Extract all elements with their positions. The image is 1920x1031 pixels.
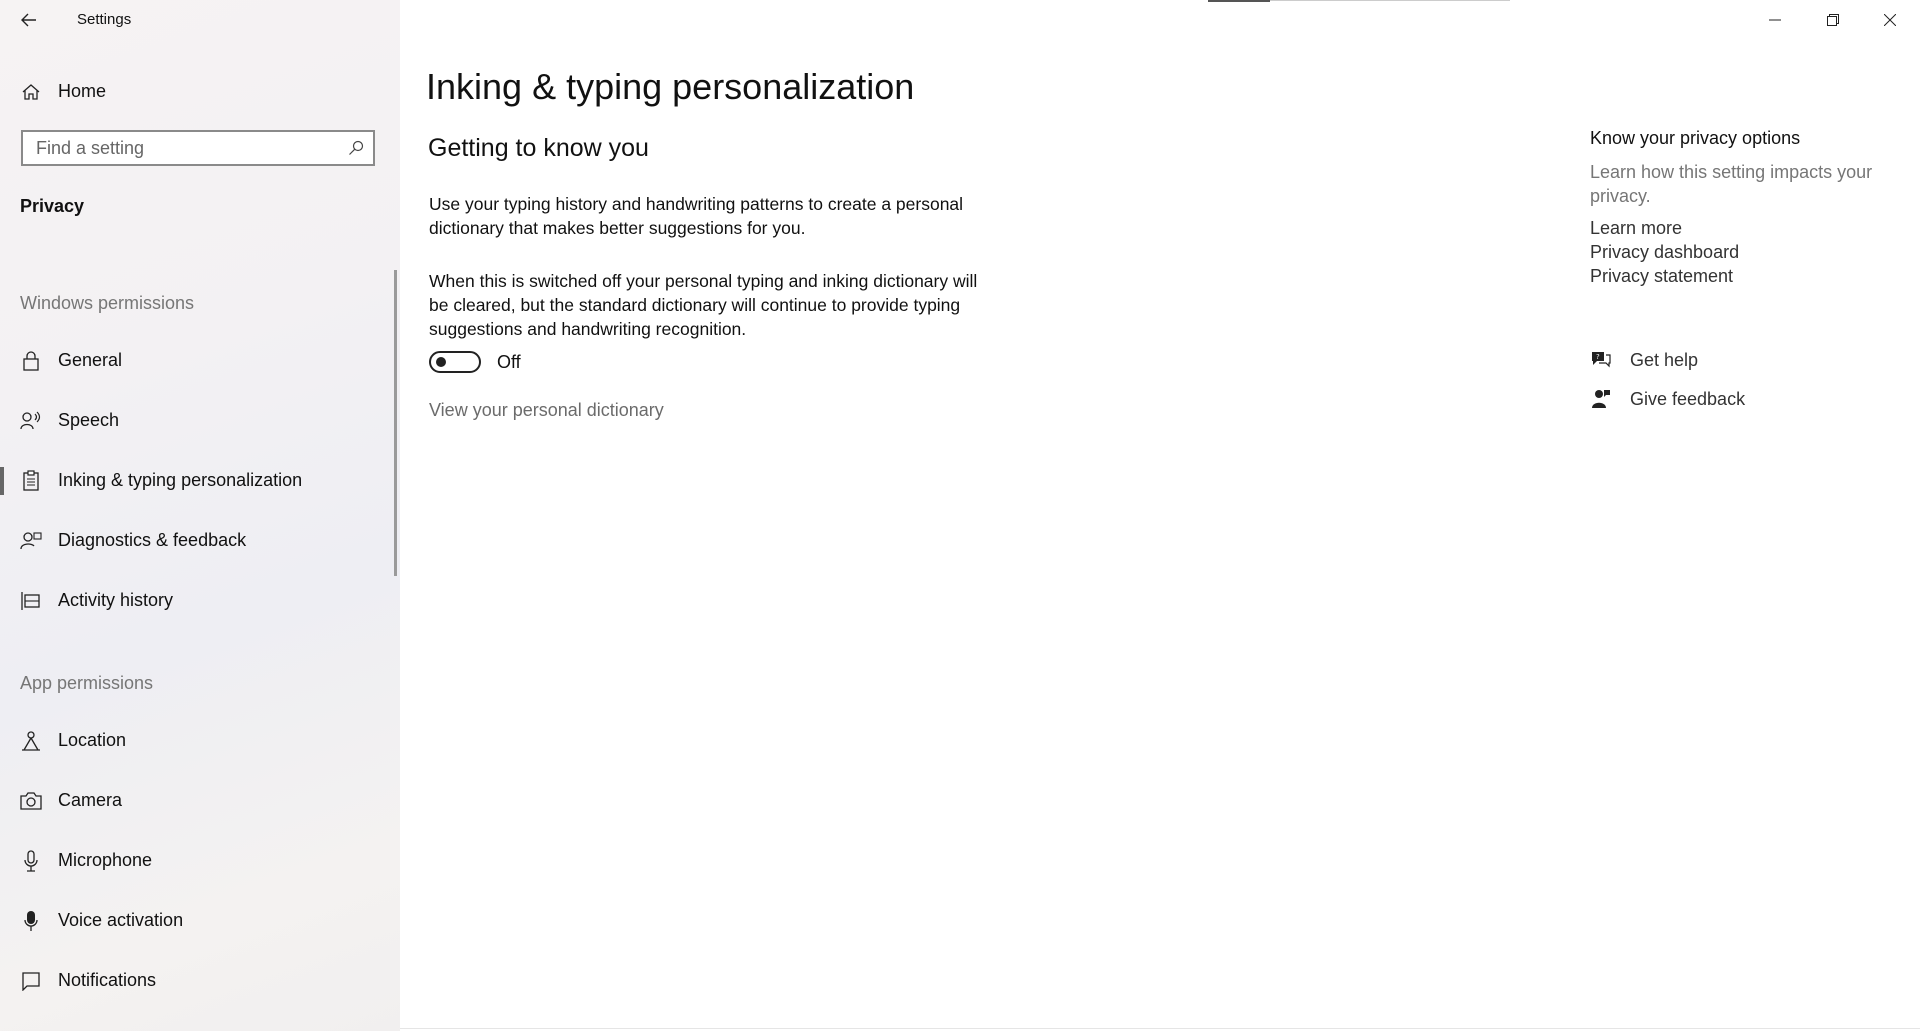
description-text: Use your typing history and handwriting … — [429, 194, 964, 238]
minimize-button[interactable] — [1752, 0, 1798, 40]
personal-dictionary-toggle[interactable] — [429, 351, 481, 373]
give-feedback-label: Give feedback — [1630, 388, 1746, 409]
speech-icon — [20, 410, 42, 432]
sidebar-item-inking-typing[interactable]: Inking & typing personalization — [0, 461, 400, 501]
page-title: Inking & typing personalization — [426, 66, 915, 107]
sidebar-item-voice-activation[interactable]: Voice activation — [0, 901, 400, 941]
view-personal-dictionary-link[interactable]: View your personal dictionary — [429, 400, 664, 421]
sidebar-item-label: General — [58, 350, 123, 370]
app-title: Settings — [77, 11, 132, 28]
home-icon — [20, 81, 42, 103]
search-input[interactable] — [23, 132, 336, 164]
give-feedback-row[interactable]: Give feedback — [1590, 385, 1745, 413]
sidebar-item-label: Microphone — [58, 850, 153, 870]
diagnostics-icon — [20, 530, 42, 552]
sidebar-item-label: Inking & typing personalization — [58, 470, 303, 490]
section-subtitle: Getting to know you — [428, 134, 649, 162]
sidebar-item-microphone[interactable]: Microphone — [0, 841, 400, 881]
group-title-windows-permissions: Windows permissions — [20, 293, 195, 313]
sidebar-item-label: Speech — [58, 410, 120, 430]
drag-indicator — [1208, 0, 1270, 2]
toggle-state-label: Off — [497, 351, 521, 372]
svg-text:?: ? — [1596, 353, 1600, 361]
bottom-divider — [400, 1028, 1920, 1029]
microphone-icon — [20, 850, 42, 872]
sidebar-item-location[interactable]: Location — [0, 721, 400, 761]
get-help-label: Get help — [1630, 349, 1699, 370]
clipboard-icon — [20, 470, 42, 492]
get-help-icon: ? — [1592, 352, 1611, 368]
get-help-row[interactable]: ? Get help — [1590, 346, 1698, 374]
sidebar-item-label: Camera — [58, 790, 123, 810]
note-text: When this is switched off your personal … — [429, 271, 978, 339]
back-button[interactable] — [14, 6, 44, 34]
home-label: Home — [58, 81, 107, 101]
side-panel-description: Learn how this setting impacts your priv… — [1590, 162, 1873, 206]
close-button[interactable] — [1867, 0, 1913, 40]
close-icon — [1884, 14, 1896, 26]
sidebar-item-label: Diagnostics & feedback — [58, 530, 247, 550]
home-nav-item[interactable]: Home — [0, 76, 400, 108]
privacy-statement-link[interactable]: Privacy statement — [1590, 266, 1733, 287]
learn-more-link[interactable]: Learn more — [1590, 218, 1682, 239]
group-title-app-permissions: App permissions — [20, 673, 154, 693]
sidebar-item-activity-history[interactable]: Activity history — [0, 581, 400, 621]
sidebar-item-camera[interactable]: Camera — [0, 781, 400, 821]
sidebar-item-label: Notifications — [58, 970, 157, 990]
side-panel-title: Know your privacy options — [1590, 128, 1801, 148]
toggle-knob — [436, 357, 446, 367]
timeline-icon — [20, 590, 42, 612]
main-content: Inking & typing personalization Getting … — [400, 0, 1920, 1031]
sidebar: Settings Home Privacy Windows permission… — [0, 0, 400, 1031]
restore-button[interactable] — [1810, 0, 1856, 40]
privacy-dashboard-link[interactable]: Privacy dashboard — [1590, 242, 1739, 263]
search-box[interactable] — [21, 130, 375, 166]
notifications-icon — [20, 970, 42, 992]
sidebar-item-speech[interactable]: Speech — [0, 401, 400, 441]
personal-dictionary-toggle-row: Off — [429, 351, 521, 373]
minimize-icon — [1769, 19, 1781, 21]
sidebar-scrollbar[interactable] — [394, 270, 397, 576]
sidebar-item-label: Location — [58, 730, 127, 750]
lock-icon — [20, 350, 42, 372]
give-feedback-icon — [1592, 390, 1610, 408]
restore-icon — [1827, 14, 1839, 26]
search-icon[interactable] — [348, 140, 364, 161]
section-title: Privacy — [20, 196, 85, 216]
sidebar-item-general[interactable]: General — [0, 341, 400, 381]
camera-icon — [20, 790, 42, 812]
location-icon — [20, 730, 42, 752]
back-arrow-icon — [21, 13, 36, 27]
drag-indicator-track — [1270, 0, 1510, 1]
voice-activation-icon — [20, 910, 42, 932]
sidebar-item-label: Activity history — [58, 590, 174, 610]
sidebar-item-notifications[interactable]: Notifications — [0, 961, 400, 1001]
sidebar-item-label: Voice activation — [58, 910, 184, 930]
sidebar-item-diagnostics[interactable]: Diagnostics & feedback — [0, 521, 400, 561]
